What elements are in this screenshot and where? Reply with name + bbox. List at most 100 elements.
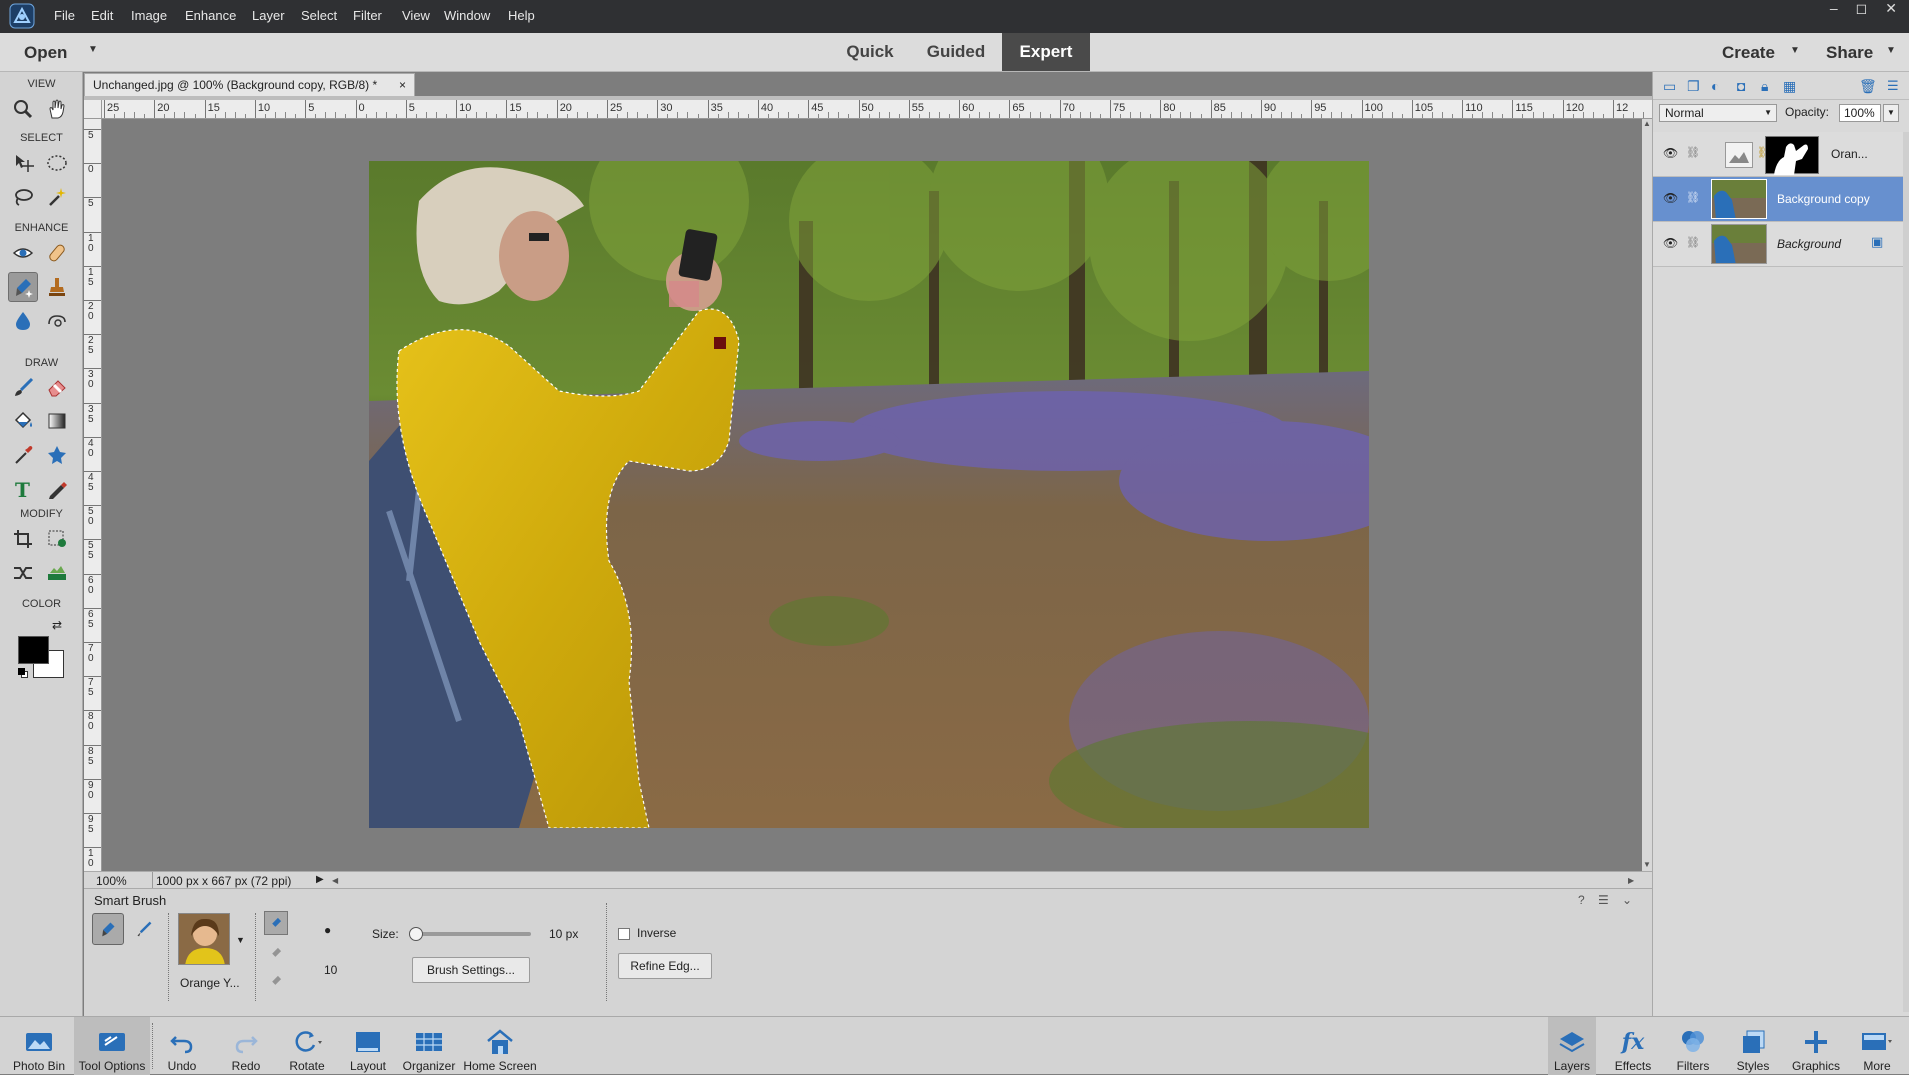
crop-tool-icon[interactable] — [8, 524, 38, 554]
share-dropdown-icon[interactable]: ▼ — [1886, 45, 1896, 56]
info-menu-icon[interactable]: ▶ — [316, 872, 324, 888]
layer-name[interactable]: Background — [1777, 237, 1841, 251]
refine-edge-button[interactable]: Refine Edg... — [618, 953, 712, 979]
new-selection-icon[interactable] — [264, 911, 288, 935]
link-icon[interactable]: ⛓︎ — [1686, 191, 1700, 204]
app-logo-icon[interactable] — [9, 3, 35, 29]
layer-row-orange-adjustment[interactable]: 👁︎ ⛓︎ ⛓︎ Oran... — [1653, 132, 1903, 177]
menu-view[interactable]: View — [402, 8, 430, 23]
blend-mode-select[interactable]: Normal ▼ — [1659, 104, 1777, 122]
sponge-tool-icon[interactable] — [42, 306, 72, 336]
gradient-tool-icon[interactable] — [42, 406, 72, 436]
scroll-left-icon[interactable]: ◀ — [332, 873, 338, 889]
menu-file[interactable]: File — [54, 8, 75, 23]
layers-scrollbar[interactable] — [1903, 132, 1909, 1012]
smart-brush-mode-icon[interactable] — [92, 913, 124, 945]
collapse-options-icon[interactable]: ⌄ — [1622, 893, 1632, 907]
new-group-icon[interactable]: ❐ — [1687, 78, 1700, 95]
scroll-right-icon[interactable]: ▶ — [1628, 873, 1634, 889]
opacity-dropdown-icon[interactable]: ▼ — [1883, 104, 1899, 122]
straighten-tool-icon[interactable] — [42, 558, 72, 588]
size-value[interactable]: 10 px — [549, 927, 578, 941]
new-layer-icon[interactable]: ▭ — [1663, 78, 1676, 95]
open-button[interactable]: Open — [24, 43, 67, 63]
inverse-checkbox[interactable] — [618, 928, 630, 940]
visibility-eye-icon[interactable]: 👁︎ — [1663, 146, 1678, 160]
document-tab[interactable]: Unchanged.jpg @ 100% (Background copy, R… — [84, 73, 415, 96]
default-colors-icon[interactable] — [18, 668, 28, 678]
styles-button[interactable]: Styles — [1728, 1017, 1778, 1075]
subtract-from-selection-icon[interactable] — [264, 969, 288, 993]
maximize-button[interactable]: ◻ — [1856, 0, 1868, 17]
tab-guided[interactable]: Guided — [916, 33, 996, 71]
layer-thumbnail[interactable] — [1711, 179, 1767, 219]
menu-enhance[interactable]: Enhance — [185, 8, 236, 23]
tab-quick[interactable]: Quick — [834, 33, 906, 71]
menu-image[interactable]: Image — [131, 8, 167, 23]
preset-thumbnail[interactable] — [178, 913, 230, 965]
paint-bucket-tool-icon[interactable] — [8, 406, 38, 436]
canvas-vertical-scrollbar[interactable]: ▲ ▼ — [1642, 119, 1652, 871]
document-image[interactable] — [369, 161, 1369, 828]
effects-button[interactable]: fx Effects — [1608, 1017, 1658, 1075]
magic-wand-tool-icon[interactable] — [42, 182, 72, 212]
brush-settings-button[interactable]: Brush Settings... — [412, 957, 530, 983]
brush-tool-icon[interactable] — [8, 372, 38, 402]
add-to-selection-icon[interactable] — [264, 941, 288, 965]
layers-button[interactable]: Layers — [1548, 1017, 1596, 1075]
move-tool-icon[interactable] — [8, 148, 38, 178]
detail-smart-brush-icon[interactable] — [128, 913, 160, 945]
blur-tool-icon[interactable] — [8, 306, 38, 336]
layer-name[interactable]: Background copy — [1777, 192, 1870, 206]
layer-mask-thumbnail[interactable] — [1765, 136, 1819, 175]
organizer-button[interactable]: Organizer — [400, 1017, 458, 1075]
home-screen-button[interactable]: Home Screen — [462, 1017, 538, 1075]
close-document-icon[interactable]: × — [399, 74, 406, 96]
menu-select[interactable]: Select — [301, 8, 337, 23]
opacity-input[interactable]: 100% — [1839, 104, 1881, 122]
lock-all-icon[interactable]: 🔒︎ — [1761, 78, 1768, 95]
link-icon[interactable]: ⛓︎ — [1686, 236, 1700, 249]
share-button[interactable]: Share — [1826, 43, 1873, 63]
eraser-tool-icon[interactable] — [42, 372, 72, 402]
marquee-tool-icon[interactable] — [42, 148, 72, 178]
size-slider-handle[interactable] — [409, 927, 424, 941]
scroll-up-icon[interactable]: ▲ — [1643, 119, 1651, 128]
type-tool-icon[interactable]: T — [8, 474, 38, 504]
undo-button[interactable]: Undo — [160, 1017, 204, 1075]
link-icon[interactable]: ⛓︎ — [1686, 146, 1700, 159]
filters-button[interactable]: Filters — [1668, 1017, 1718, 1075]
adjustment-thumbnail[interactable] — [1725, 142, 1753, 168]
swap-colors-icon[interactable]: ⇄ — [52, 618, 62, 632]
create-button[interactable]: Create — [1722, 43, 1775, 63]
options-menu-icon[interactable]: ☰ — [1598, 893, 1609, 907]
layers-menu-icon[interactable]: ☰ — [1887, 78, 1899, 94]
delete-layer-icon[interactable]: 🗑︎ — [1859, 78, 1877, 95]
visibility-eye-icon[interactable]: 👁︎ — [1663, 191, 1678, 205]
smart-brush-tool-icon[interactable] — [8, 272, 38, 302]
layer-row-background-copy[interactable]: 👁︎ ⛓︎ Background copy — [1653, 177, 1903, 222]
clone-stamp-tool-icon[interactable] — [42, 272, 72, 302]
foreground-color-swatch[interactable] — [18, 636, 49, 664]
layer-name[interactable]: Oran... — [1831, 147, 1868, 161]
create-dropdown-icon[interactable]: ▼ — [1790, 45, 1800, 56]
eyedropper-tool-icon[interactable] — [8, 440, 38, 470]
spot-healing-tool-icon[interactable] — [42, 238, 72, 268]
close-window-button[interactable]: ✕ — [1885, 0, 1897, 17]
graphics-button[interactable]: Graphics — [1788, 1017, 1844, 1075]
adjustment-layer-icon[interactable]: ◐ — [1711, 78, 1719, 94]
hand-tool-icon[interactable] — [42, 94, 72, 124]
scroll-down-icon[interactable]: ▼ — [1643, 860, 1651, 869]
menu-edit[interactable]: Edit — [91, 8, 113, 23]
layout-button[interactable]: Layout — [346, 1017, 390, 1075]
content-aware-move-tool-icon[interactable] — [8, 558, 38, 588]
preset-dropdown-icon[interactable]: ▼ — [236, 935, 245, 945]
menu-help[interactable]: Help — [508, 8, 535, 23]
lasso-tool-icon[interactable] — [8, 182, 38, 212]
open-dropdown-icon[interactable]: ▼ — [88, 44, 98, 55]
custom-shape-tool-icon[interactable] — [42, 440, 72, 470]
pencil-tool-icon[interactable] — [42, 474, 72, 504]
help-icon[interactable]: ? — [1578, 893, 1585, 907]
zoom-level[interactable]: 100% — [96, 873, 127, 889]
menu-filter[interactable]: Filter — [353, 8, 382, 23]
